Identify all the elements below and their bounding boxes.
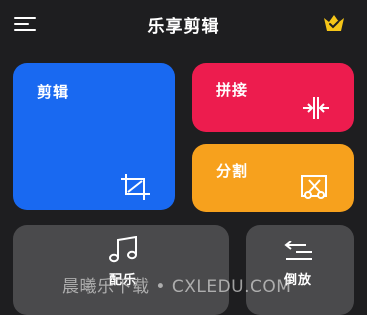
app-header: 乐享剪辑 bbox=[0, 0, 367, 48]
merge-icon bbox=[303, 97, 329, 119]
crown-icon[interactable] bbox=[322, 12, 346, 34]
app-title: 乐享剪辑 bbox=[147, 17, 220, 37]
edit-card-label: 剪辑 bbox=[37, 83, 70, 101]
crop-icon bbox=[121, 174, 150, 200]
edit-card[interactable]: 剪辑 bbox=[13, 63, 175, 210]
cut-icon bbox=[301, 175, 327, 199]
reverse-card[interactable]: 倒放 bbox=[246, 225, 354, 315]
reverse-icon bbox=[284, 241, 312, 260]
join-card[interactable]: 拼接 bbox=[192, 63, 354, 132]
watermark: 晨曦乐下载 • CXLEDU.COM bbox=[62, 277, 292, 297]
music-card[interactable]: 配乐 bbox=[13, 225, 229, 315]
split-card-label: 分割 bbox=[216, 162, 249, 180]
music-note-icon bbox=[109, 236, 137, 263]
join-card-label: 拼接 bbox=[216, 81, 249, 99]
split-card[interactable]: 分割 bbox=[192, 144, 354, 212]
